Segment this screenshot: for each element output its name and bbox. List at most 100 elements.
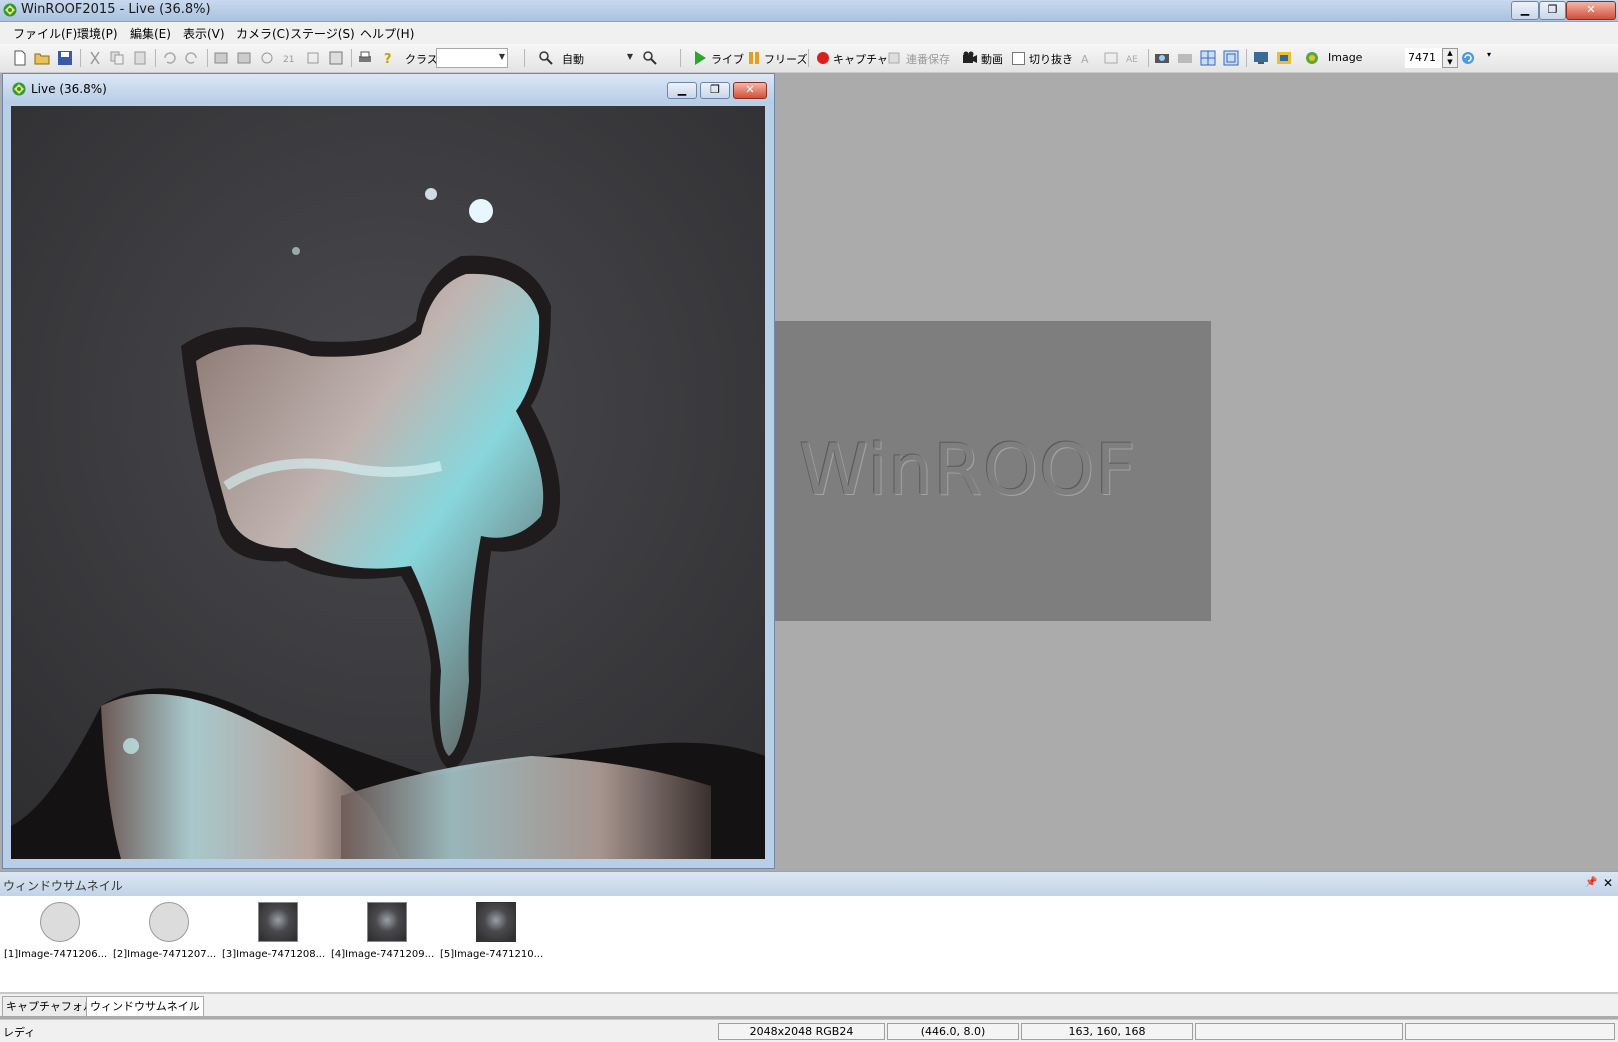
zoom-out-icon[interactable]	[642, 50, 658, 66]
status-pixel-value: 163, 160, 168	[1021, 1023, 1193, 1040]
fit-window-icon[interactable]	[1223, 50, 1239, 66]
ellipse-select-icon[interactable]	[236, 50, 252, 66]
crop-label: 切り抜き	[1029, 53, 1073, 66]
thumbnail-label: [4]Image-7471209...	[331, 949, 435, 960]
image-number-input[interactable]: 7471	[1405, 48, 1443, 68]
class-select[interactable]: ▼	[436, 48, 508, 68]
thumbnail-image	[149, 902, 189, 942]
print-icon[interactable]	[357, 50, 373, 66]
status-image-info: 2048x2048 RGB24	[718, 1023, 885, 1040]
font-icon[interactable]: A	[1080, 50, 1096, 66]
title-bar: WinROOF2015 - Live (36.8%) ▁ ❐ ✕	[0, 0, 1618, 22]
live-button[interactable]: ライブ	[711, 51, 744, 67]
menu-view[interactable]: 表示(V)	[183, 25, 225, 42]
frame-icon[interactable]	[328, 50, 344, 66]
status-bar: レディ 2048x2048 RGB24 (446.0, 8.0) 163, 16…	[0, 1019, 1618, 1042]
thumbnail-list: [1]Image-7471206... [2]Image-7471207... …	[0, 896, 1618, 993]
camera-settings-icon[interactable]	[1154, 50, 1170, 66]
capture-record-icon[interactable]	[815, 50, 831, 66]
freeze-pause-icon[interactable]	[746, 50, 762, 66]
status-coordinates: (446.0, 8.0)	[887, 1023, 1019, 1040]
layer-icon[interactable]	[305, 50, 321, 66]
crop-checkbox[interactable]	[1012, 52, 1025, 65]
child-close-button[interactable]: ✕	[733, 82, 767, 99]
undo-icon[interactable]	[161, 50, 177, 66]
image-name-label: Image	[1328, 51, 1363, 64]
child-restore-button[interactable]: ❐	[700, 82, 730, 99]
image-number-spinner[interactable]: ▲ ▼	[1442, 48, 1458, 68]
camera-icon[interactable]	[1177, 50, 1193, 66]
live-image-window[interactable]: Live (36.8%) ▁ ❐ ✕	[2, 73, 775, 869]
ae-icon[interactable]: AE	[1126, 50, 1142, 66]
sequential-save-button[interactable]: 連番保存	[906, 51, 950, 67]
toolbar: 21 ? クラス ▼ 自動 ▼ ライブ フリーズ キャプチャ 連番保存 動画 切り…	[0, 44, 1618, 73]
svg-text:21: 21	[283, 55, 294, 65]
cut-icon[interactable]	[87, 50, 103, 66]
thumbnail-item-3[interactable]: [3]Image-7471208...	[222, 902, 334, 972]
movie-camera-icon[interactable]	[962, 50, 978, 66]
freehand-select-icon[interactable]	[259, 50, 275, 66]
watermark-logo: WinROOF	[799, 429, 1137, 511]
menu-edit[interactable]: 編集(E)	[130, 25, 171, 42]
status-cell-empty-1	[1195, 1023, 1403, 1040]
refresh-icon[interactable]	[1460, 50, 1476, 66]
thumbnail-label: [2]Image-7471207...	[113, 949, 217, 960]
panel-tabs: キャプチャフォルダ ウィンドウサムネイル	[0, 993, 1618, 1017]
thumbnail-image	[258, 902, 298, 942]
minimize-button[interactable]: ▁	[1511, 1, 1539, 20]
text-box-icon[interactable]	[1103, 50, 1119, 66]
help-icon[interactable]: ?	[380, 50, 396, 66]
window-title: WinROOF2015 - Live (36.8%)	[21, 2, 211, 17]
live-play-icon[interactable]	[692, 50, 708, 66]
child-minimize-button[interactable]: ▁	[667, 82, 697, 99]
menu-help[interactable]: ヘルプ(H)	[360, 25, 414, 42]
thumbnail-label: [5]Image-7471210...	[440, 949, 544, 960]
menu-camera[interactable]: カメラ(C)	[236, 25, 290, 42]
redo-icon[interactable]	[184, 50, 200, 66]
status-cell-empty-2	[1405, 1023, 1615, 1040]
grid-icon[interactable]	[1200, 50, 1216, 66]
thumbnail-item-5[interactable]: [5]Image-7471210...	[440, 902, 552, 972]
image-folder-icon[interactable]	[1304, 50, 1320, 66]
save-icon[interactable]	[57, 50, 73, 66]
sort-icon[interactable]: 21	[282, 50, 298, 66]
movie-button[interactable]: 動画	[981, 51, 1003, 67]
thumbnail-panel-title: ウィンドウサムネイル	[3, 879, 123, 893]
menu-file[interactable]: ファイル(F)	[13, 25, 77, 42]
copy-icon[interactable]	[109, 50, 125, 66]
thumbnail-label: [3]Image-7471208...	[222, 949, 326, 960]
menu-stage[interactable]: ステージ(S)	[290, 25, 355, 42]
svg-text:?: ?	[384, 52, 392, 66]
pin-icon[interactable]: 📌	[1585, 877, 1597, 888]
child-window-title: Live (36.8%)	[31, 82, 107, 96]
thumbnail-panel-header: ウィンドウサムネイル 📌 ✕	[0, 871, 1618, 896]
new-file-icon[interactable]	[12, 50, 28, 66]
winroof-app-icon	[3, 3, 17, 17]
maximize-button[interactable]: ❐	[1539, 1, 1566, 20]
toolbar-overflow-icon[interactable]: ▾	[1487, 50, 1495, 66]
thumbnail-image	[476, 902, 516, 942]
freeze-button[interactable]: フリーズ	[764, 51, 807, 67]
open-folder-icon[interactable]	[34, 50, 50, 66]
menu-environment[interactable]: 環境(P)	[77, 25, 118, 42]
live-camera-image[interactable]	[11, 106, 765, 859]
tab-window-thumbnail[interactable]: ウィンドウサムネイル	[86, 996, 204, 1016]
monitor-icon[interactable]	[1253, 50, 1269, 66]
sequential-save-icon[interactable]	[886, 50, 902, 66]
thumbnail-item-2[interactable]: [2]Image-7471207...	[113, 902, 225, 972]
zoom-in-icon[interactable]	[538, 50, 554, 66]
child-title-bar[interactable]: Live (36.8%) ▁ ❐ ✕	[3, 74, 774, 104]
child-window-icon	[12, 82, 26, 96]
thumbnail-item-1[interactable]: [1]Image-7471206...	[4, 902, 116, 972]
thumbnail-item-4[interactable]: [4]Image-7471209...	[331, 902, 443, 972]
close-button[interactable]: ✕	[1566, 1, 1616, 20]
panel-close-icon[interactable]: ✕	[1603, 876, 1613, 890]
thumbnail-label: [1]Image-7471206...	[4, 949, 108, 960]
image-export-icon[interactable]	[1276, 50, 1292, 66]
menu-bar: ファイル(F) 環境(P) 編集(E) 表示(V) カメラ(C) ステージ(S)…	[0, 22, 1618, 44]
paste-icon[interactable]	[132, 50, 148, 66]
zoom-select[interactable]: 自動 ▼	[558, 48, 636, 68]
rectangle-select-icon[interactable]	[213, 50, 229, 66]
svg-text:AE: AE	[1126, 55, 1138, 65]
capture-button[interactable]: キャプチャ	[833, 51, 888, 67]
